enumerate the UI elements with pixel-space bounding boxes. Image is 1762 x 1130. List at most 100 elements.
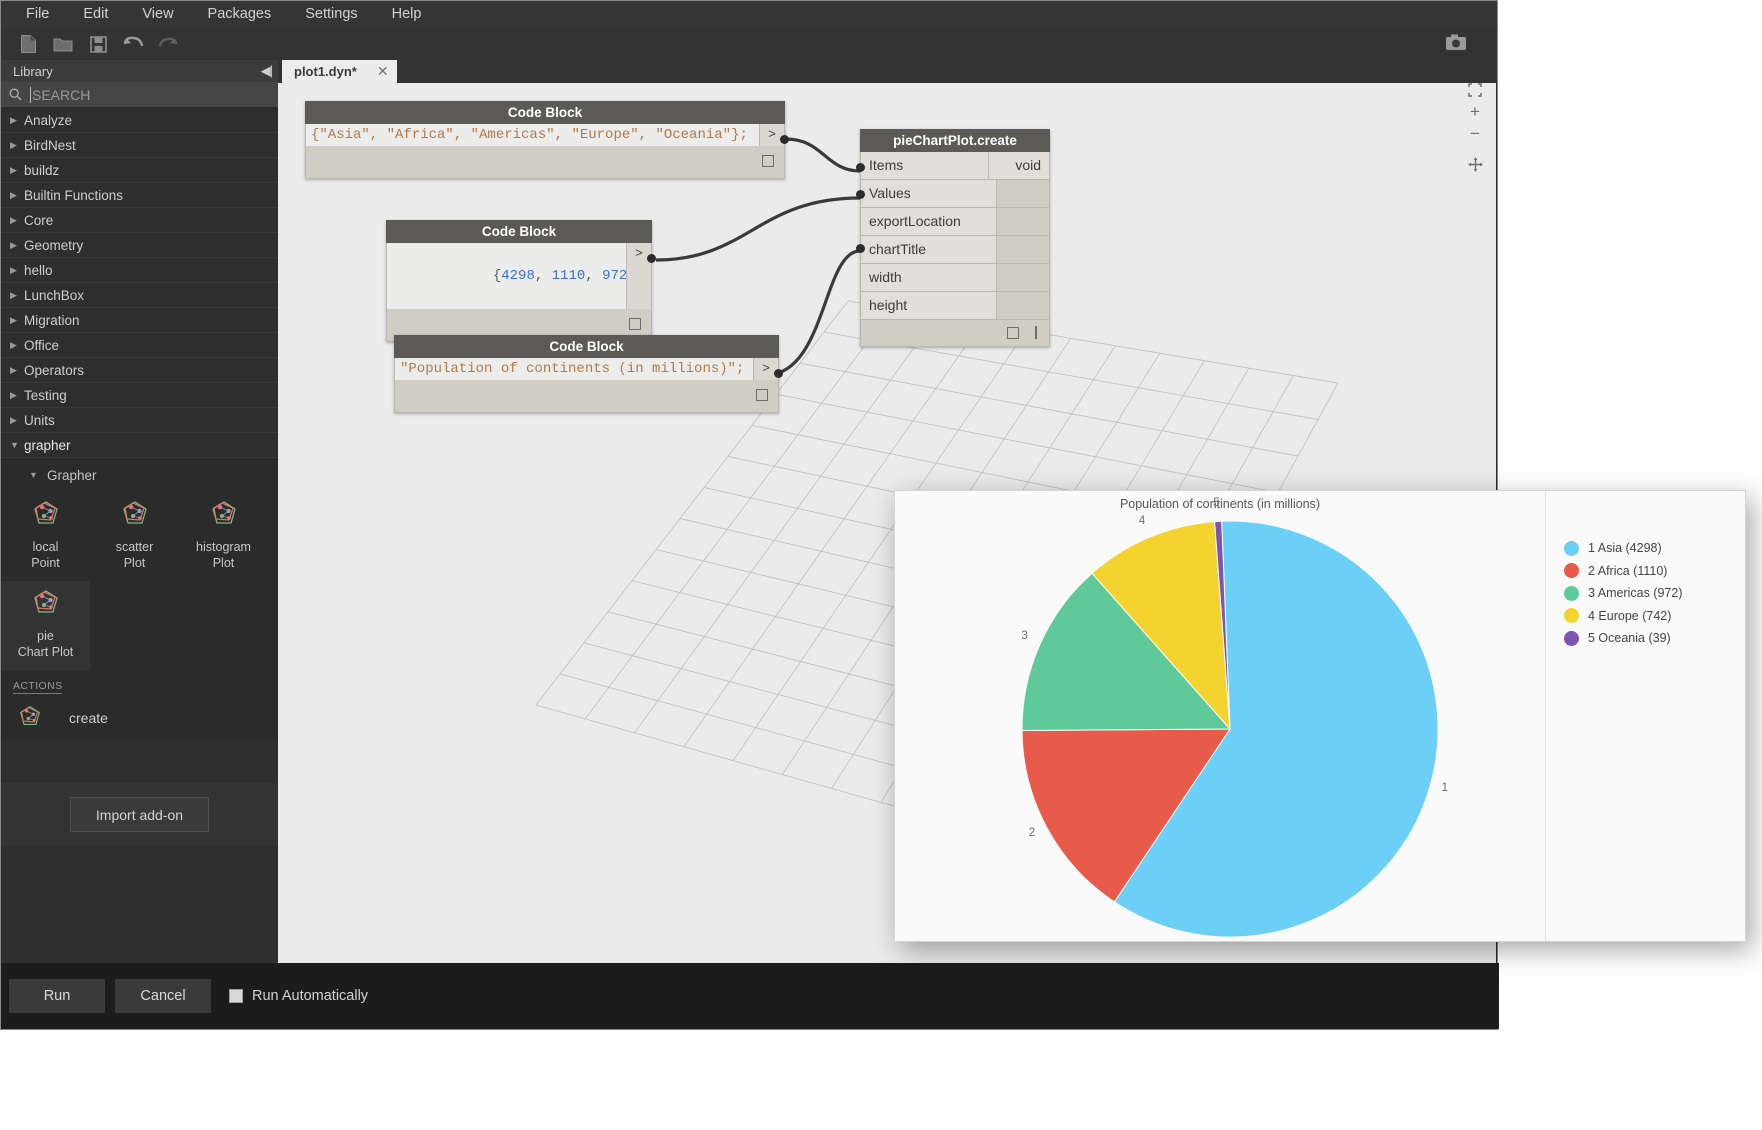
run-automatically-checkbox[interactable] (229, 989, 243, 1003)
tab-strip: plot1.dyn* ✕ (278, 60, 1497, 83)
legend-item-2[interactable]: 2 Africa (1110) (1546, 560, 1745, 583)
input-port-charttitle[interactable]: chartTitle (861, 236, 996, 263)
menu-item-packages[interactable]: Packages (191, 1, 289, 28)
code-block-text-2[interactable]: {4298, 1110, 972, 742, 39}; (387, 243, 626, 309)
legend-color-swatch (1564, 585, 1579, 601)
subgroup-grapher[interactable]: ▼ Grapher (1, 458, 278, 492)
action-create-label: create (69, 710, 108, 726)
grapher-subsection: ▼ Grapher local Point scatter Plot histogr… (1, 458, 278, 739)
piechartplot-create-node[interactable]: pieChartPlot.create Items void Values exp… (856, 129, 1050, 347)
close-icon[interactable]: ✕ (377, 63, 389, 80)
import-addon-button[interactable]: Import add-on (70, 797, 209, 832)
output-port-3[interactable]: > (753, 358, 778, 380)
camera-icon[interactable] (1441, 29, 1471, 55)
chevron-right-icon: ▶ (10, 264, 17, 275)
sidebar-item-buildz[interactable]: ▶ buildz (1, 158, 278, 183)
code-block-text-1[interactable]: {"Asia", "Africa", "Americas", "Europe",… (306, 124, 759, 146)
node-preview-icon[interactable] (1007, 327, 1019, 339)
redo-icon[interactable] (153, 31, 183, 57)
save-icon[interactable] (83, 31, 113, 57)
legend-item-3[interactable]: 3 Americas (972) (1546, 582, 1745, 605)
input-port-items[interactable]: Items (861, 152, 988, 179)
pie-slice-label-4: 4 (1138, 514, 1146, 527)
node-preview-icon[interactable] (762, 155, 774, 167)
search-row[interactable]: SEARCH (1, 82, 278, 108)
pie-chart-area: Population of continents (in millions) 1… (895, 491, 1545, 941)
zoom-in-icon[interactable]: + (1464, 101, 1486, 123)
node-label-line2: Chart Plot (17, 645, 74, 659)
legend-item-4[interactable]: 4 Europe (742) (1546, 605, 1745, 628)
import-addon-area: Import add-on (1, 783, 278, 846)
collapse-panel-icon[interactable]: ◀| (261, 63, 273, 79)
library-node-histogram[interactable]: histogram Plot (179, 492, 268, 581)
code-block-node-2[interactable]: Code Block {4298, 1110, 972, 742, 39}; > (386, 220, 656, 342)
legend-color-swatch (1564, 563, 1579, 579)
chart-legend: 1 Asia (4298) 2 Africa (1110) 3 Americas (… (1545, 491, 1745, 941)
zoom-out-icon[interactable]: − (1464, 123, 1486, 145)
node-preview-icon[interactable] (756, 389, 768, 401)
menu-item-settings[interactable]: Settings (288, 1, 374, 28)
sidebar-item-birdnest[interactable]: ▶ BirdNest (1, 133, 278, 158)
run-automatically-toggle[interactable]: Run Automatically (229, 988, 368, 1004)
pan-icon[interactable] (1464, 153, 1486, 175)
input-port-width[interactable]: width (861, 264, 996, 291)
input-dot-charttitle[interactable] (856, 244, 865, 253)
output-port-1[interactable]: > (759, 124, 784, 146)
grapher-node-icon (33, 589, 59, 620)
actions-header: ACTIONS (13, 680, 63, 694)
library-node-local[interactable]: local Point (1, 492, 90, 581)
sidebar-item-hello[interactable]: ▶ hello (1, 258, 278, 283)
legend-label: 3 Americas (972) (1588, 586, 1683, 601)
node-lacing-icon[interactable] (1035, 326, 1037, 339)
fit-view-icon[interactable] (1464, 83, 1486, 101)
input-dot-items[interactable] (856, 163, 865, 172)
input-dot-values[interactable] (856, 190, 865, 199)
sidebar-item-label: Migration (24, 312, 80, 328)
chevron-right-icon: ▶ (10, 114, 17, 125)
input-port-exportlocation[interactable]: exportLocation (861, 208, 996, 235)
sidebar-item-office[interactable]: ▶ Office (1, 333, 278, 358)
output-port-2[interactable]: > (626, 243, 651, 309)
undo-icon[interactable] (118, 31, 148, 57)
sidebar-item-lunchbox[interactable]: ▶ LunchBox (1, 283, 278, 308)
sidebar-item-grapher[interactable]: ▼ grapher (1, 433, 278, 458)
input-port-height[interactable]: height (861, 292, 996, 319)
sidebar-item-testing[interactable]: ▶ Testing (1, 383, 278, 408)
menu-item-view[interactable]: View (125, 1, 190, 28)
sidebar-item-label: BirdNest (24, 137, 76, 153)
sidebar-item-builtin-functions[interactable]: ▶ Builtin Functions (1, 183, 278, 208)
sidebar-item-migration[interactable]: ▶ Migration (1, 308, 278, 333)
legend-color-swatch (1564, 540, 1579, 556)
library-node-pie[interactable]: pie Chart Plot (1, 581, 90, 670)
sidebar-item-operators[interactable]: ▶ Operators (1, 358, 278, 383)
open-folder-icon[interactable] (48, 31, 78, 57)
input-port-values[interactable]: Values (861, 180, 996, 207)
node-label-line2: Plot (123, 556, 146, 570)
chart-preview-window[interactable]: Population of continents (in millions) 1… (894, 490, 1746, 942)
output-dot-2[interactable] (647, 254, 656, 263)
action-create[interactable]: create (1, 697, 278, 739)
output-dot-1[interactable] (780, 135, 789, 144)
menu-bar: File Edit View Packages Settings Help (1, 1, 1497, 28)
run-button[interactable]: Run (9, 979, 105, 1013)
menu-item-edit[interactable]: Edit (66, 1, 125, 28)
menu-item-file[interactable]: File (9, 1, 66, 28)
code-block-text-3[interactable]: "Population of continents (in millions)"… (395, 358, 753, 380)
legend-item-1[interactable]: 1 Asia (4298) (1546, 537, 1745, 560)
output-dot-3[interactable] (774, 369, 783, 378)
new-file-icon[interactable] (13, 31, 43, 57)
cancel-button[interactable]: Cancel (115, 979, 211, 1013)
code-block-node-3[interactable]: Code Block "Population of continents (in… (394, 335, 783, 413)
sidebar-item-core[interactable]: ▶ Core (1, 208, 278, 233)
sidebar-item-units[interactable]: ▶ Units (1, 408, 278, 433)
search-input[interactable]: SEARCH (30, 86, 90, 103)
sidebar-item-analyze[interactable]: ▶ Analyze (1, 108, 278, 133)
menu-item-help[interactable]: Help (375, 1, 439, 28)
code-block-node-1[interactable]: Code Block {"Asia", "Africa", "Americas"… (305, 101, 789, 179)
output-port-void[interactable]: void (988, 152, 1049, 179)
tab-plot1[interactable]: plot1.dyn* ✕ (282, 60, 397, 83)
legend-item-5[interactable]: 5 Oceania (39) (1546, 627, 1745, 650)
node-preview-icon[interactable] (629, 318, 641, 330)
sidebar-item-geometry[interactable]: ▶ Geometry (1, 233, 278, 258)
library-node-scatter[interactable]: scatter Plot (90, 492, 179, 581)
